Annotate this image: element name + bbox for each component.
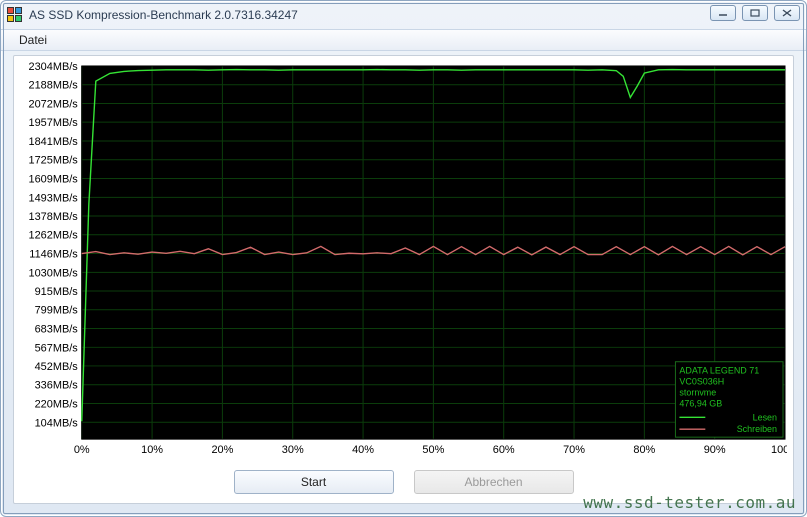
svg-text:stornvme: stornvme xyxy=(679,387,716,397)
maximize-button[interactable] xyxy=(742,5,768,21)
svg-text:Schreiben: Schreiben xyxy=(737,424,777,434)
svg-text:40%: 40% xyxy=(352,444,374,456)
svg-text:336MB/s: 336MB/s xyxy=(35,380,79,392)
menu-datei[interactable]: Datei xyxy=(11,31,55,49)
svg-text:30%: 30% xyxy=(282,444,304,456)
svg-text:1378MB/s: 1378MB/s xyxy=(28,211,78,223)
svg-text:60%: 60% xyxy=(493,444,515,456)
titlebar[interactable]: AS SSD Kompression-Benchmark 2.0.7316.34… xyxy=(1,1,806,29)
close-button[interactable] xyxy=(774,5,800,21)
svg-text:2304MB/s: 2304MB/s xyxy=(28,62,78,73)
svg-text:220MB/s: 220MB/s xyxy=(35,399,79,411)
svg-text:100%: 100% xyxy=(771,444,787,456)
svg-text:Lesen: Lesen xyxy=(753,412,777,422)
svg-text:452MB/s: 452MB/s xyxy=(35,361,79,373)
svg-text:1146MB/s: 1146MB/s xyxy=(29,249,78,261)
window-title: AS SSD Kompression-Benchmark 2.0.7316.34… xyxy=(29,8,298,22)
svg-text:476,94 GB: 476,94 GB xyxy=(679,398,722,408)
svg-text:50%: 50% xyxy=(422,444,444,456)
svg-text:1841MB/s: 1841MB/s xyxy=(28,136,78,148)
svg-text:20%: 20% xyxy=(211,444,233,456)
svg-text:104MB/s: 104MB/s xyxy=(35,417,79,429)
svg-text:1030MB/s: 1030MB/s xyxy=(28,267,78,279)
svg-text:70%: 70% xyxy=(563,444,585,456)
svg-text:2072MB/s: 2072MB/s xyxy=(28,99,78,111)
client-area: 104MB/s 220MB/s 336MB/s 452MB/s 567MB/s 683MB… xyxy=(13,55,794,504)
svg-text:80%: 80% xyxy=(633,444,655,456)
svg-text:VC0S036H: VC0S036H xyxy=(679,377,724,387)
svg-text:567MB/s: 567MB/s xyxy=(35,342,79,354)
svg-text:683MB/s: 683MB/s xyxy=(35,324,79,336)
minimize-button[interactable] xyxy=(710,5,736,21)
svg-text:90%: 90% xyxy=(704,444,726,456)
svg-text:2188MB/s: 2188MB/s xyxy=(28,80,78,92)
svg-text:10%: 10% xyxy=(141,444,163,456)
svg-text:1957MB/s: 1957MB/s xyxy=(28,117,78,129)
svg-text:1609MB/s: 1609MB/s xyxy=(28,174,78,186)
svg-text:1262MB/s: 1262MB/s xyxy=(28,230,78,242)
chart: 104MB/s 220MB/s 336MB/s 452MB/s 567MB/s 683MB… xyxy=(20,62,787,459)
svg-text:ADATA LEGEND 71: ADATA LEGEND 71 xyxy=(679,366,759,376)
svg-text:915MB/s: 915MB/s xyxy=(35,286,79,298)
svg-text:1493MB/s: 1493MB/s xyxy=(28,192,78,204)
svg-text:1725MB/s: 1725MB/s xyxy=(28,155,78,167)
watermark: www.ssd-tester.com.au xyxy=(583,493,796,512)
chart-canvas: 104MB/s 220MB/s 336MB/s 452MB/s 567MB/s 683MB… xyxy=(20,62,787,459)
menubar: Datei xyxy=(1,29,806,51)
app-icon xyxy=(7,7,23,23)
cancel-button[interactable]: Abbrechen xyxy=(414,470,574,494)
svg-text:0%: 0% xyxy=(74,444,90,456)
start-button[interactable]: Start xyxy=(234,470,394,494)
svg-text:799MB/s: 799MB/s xyxy=(35,305,79,317)
app-window: AS SSD Kompression-Benchmark 2.0.7316.34… xyxy=(0,0,807,517)
